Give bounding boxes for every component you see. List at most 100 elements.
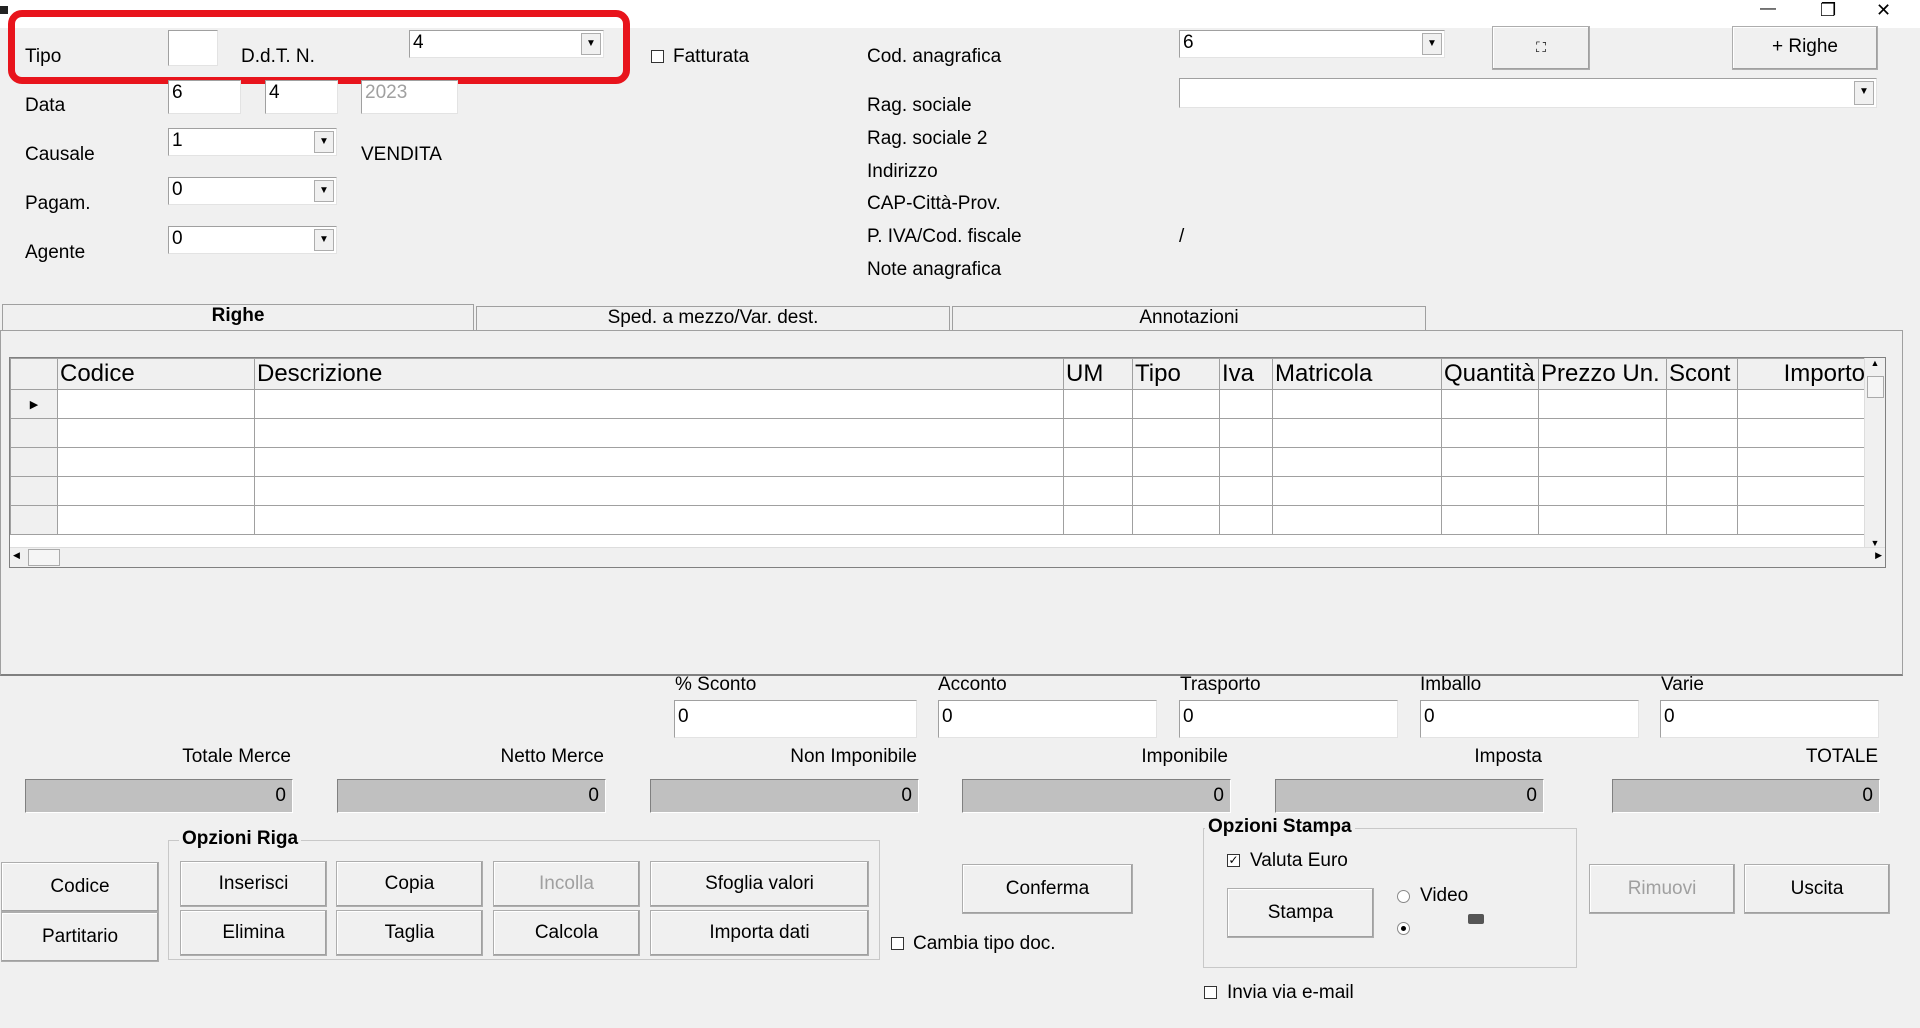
printer-icon: [1468, 914, 1484, 924]
trasporto-field[interactable]: 0: [1179, 700, 1398, 738]
chevron-down-icon[interactable]: ▼: [1422, 33, 1442, 55]
agente-combo[interactable]: 0 ▼: [168, 226, 337, 254]
cod-anag-combo[interactable]: 6 ▼: [1179, 30, 1445, 58]
varie-field[interactable]: 0: [1660, 700, 1879, 738]
cap-label: CAP-Città-Prov.: [867, 193, 1001, 214]
partitario-button[interactable]: Partitario: [1, 912, 159, 962]
conferma-button[interactable]: Conferma: [962, 864, 1133, 914]
binoculars-icon: ⛶: [1536, 39, 1546, 55]
chevron-down-icon[interactable]: ▼: [1854, 81, 1874, 105]
rag-sociale-label: Rag. sociale: [867, 95, 972, 116]
pagam-label: Pagam.: [25, 193, 91, 214]
invia-email-label: Invia via e-mail: [1227, 982, 1354, 1003]
table-row[interactable]: [10, 505, 1868, 535]
fatturata-checkbox[interactable]: [651, 50, 664, 63]
valuta-euro-checkbox[interactable]: ✓: [1227, 854, 1240, 867]
inserisci-button[interactable]: Inserisci: [180, 861, 327, 907]
grid-vscrollbar[interactable]: ▲ ▼: [1864, 358, 1885, 548]
scroll-left-icon[interactable]: ◀: [13, 550, 20, 561]
col-matricola[interactable]: Matricola: [1272, 358, 1442, 390]
codice-button[interactable]: Codice: [1, 862, 159, 912]
table-row[interactable]: [10, 418, 1868, 448]
scroll-thumb[interactable]: [1867, 376, 1884, 398]
video-label: Video: [1420, 885, 1469, 906]
imposta-value: 0: [1275, 779, 1544, 813]
restore-button[interactable]: ❐: [1820, 0, 1836, 21]
rimuovi-button[interactable]: Rimuovi: [1589, 864, 1735, 914]
imballo-field[interactable]: 0: [1420, 700, 1639, 738]
totale-merce-value: 0: [25, 779, 293, 813]
varie-label: Varie: [1661, 674, 1704, 695]
note-anag-label: Note anagrafica: [867, 259, 1002, 280]
conferma-label: Conferma: [1005, 878, 1090, 899]
data-month-field[interactable]: 4: [265, 80, 338, 114]
chevron-down-icon[interactable]: ▼: [314, 131, 334, 153]
grid-hscrollbar[interactable]: ◀ ▶: [10, 547, 1885, 567]
rag-sociale2-label: Rag. sociale 2: [867, 128, 988, 149]
app-icon: [0, 6, 8, 14]
close-button[interactable]: ✕: [1876, 0, 1891, 21]
table-row[interactable]: ▶: [10, 389, 1868, 419]
stampa-button[interactable]: Stampa: [1227, 888, 1374, 938]
piva-value: /: [1179, 226, 1185, 247]
chevron-down-icon[interactable]: ▼: [314, 180, 334, 202]
col-codice[interactable]: Codice: [57, 358, 255, 390]
imballo-label: Imballo: [1420, 674, 1482, 695]
netto-merce-label: Netto Merce: [500, 746, 604, 767]
elimina-button[interactable]: Elimina: [180, 910, 327, 956]
scroll-up-icon[interactable]: ▲: [1865, 358, 1885, 368]
imponibile-value: 0: [962, 779, 1231, 813]
sconto-field[interactable]: 0: [674, 700, 917, 738]
pagam-combo[interactable]: 0 ▼: [168, 177, 337, 205]
col-tipo[interactable]: Tipo: [1132, 358, 1220, 390]
data-day-field[interactable]: 6: [168, 80, 241, 114]
col-quantita[interactable]: Quantità: [1441, 358, 1539, 390]
table-row[interactable]: [10, 447, 1868, 477]
minimize-button[interactable]: —: [1760, 0, 1776, 18]
righe-grid[interactable]: Codice Descrizione UM Tipo Iva Matricola…: [9, 357, 1886, 568]
chevron-down-icon[interactable]: ▼: [314, 229, 334, 251]
tab-annotazioni[interactable]: Annotazioni: [952, 306, 1426, 330]
tab-righe[interactable]: Righe: [2, 304, 474, 332]
taglia-button[interactable]: Taglia: [336, 910, 483, 956]
sfoglia-valori-button[interactable]: Sfoglia valori: [650, 861, 869, 907]
col-prezzo[interactable]: Prezzo Un.: [1538, 358, 1667, 390]
pagam-value: 0: [172, 179, 183, 200]
highlight-box: [8, 10, 630, 84]
acconto-label: Acconto: [938, 674, 1007, 695]
acconto-field[interactable]: 0: [938, 700, 1157, 738]
invia-email-checkbox[interactable]: [1204, 986, 1217, 999]
grid-header-row: Codice Descrizione UM Tipo Iva Matricola…: [10, 358, 1868, 390]
col-um[interactable]: UM: [1063, 358, 1133, 390]
taglia-label: Taglia: [384, 922, 435, 943]
tab-sped[interactable]: Sped. a mezzo/Var. dest.: [476, 306, 950, 330]
table-row[interactable]: [10, 476, 1868, 506]
causale-value: 1: [172, 130, 183, 151]
hscroll-thumb[interactable]: [28, 549, 60, 566]
causale-combo[interactable]: 1 ▼: [168, 128, 337, 156]
copia-button[interactable]: Copia: [336, 861, 483, 907]
opzioni-riga-title: Opzioni Riga: [179, 828, 302, 850]
col-descrizione[interactable]: Descrizione: [254, 358, 1064, 390]
col-iva[interactable]: Iva: [1219, 358, 1273, 390]
incolla-button[interactable]: Incolla: [493, 861, 640, 907]
scroll-right-icon[interactable]: ▶: [1875, 550, 1882, 561]
trasporto-label: Trasporto: [1180, 674, 1261, 695]
cambia-tipo-checkbox[interactable]: [891, 937, 904, 950]
calcola-label: Calcola: [534, 922, 599, 943]
col-importo[interactable]: Importo: [1737, 358, 1868, 390]
piva-label: P. IVA/Cod. fiscale: [867, 226, 1022, 247]
add-righe-button[interactable]: + Righe: [1732, 26, 1878, 70]
printer-radio[interactable]: [1397, 922, 1410, 935]
video-radio[interactable]: [1397, 890, 1410, 903]
col-sconto[interactable]: Scont: [1666, 358, 1738, 390]
search-binoculars-button[interactable]: ⛶: [1492, 26, 1590, 70]
importa-dati-button[interactable]: Importa dati: [650, 910, 869, 956]
importa-label: Importa dati: [709, 922, 810, 943]
non-imponibile-value: 0: [650, 779, 919, 813]
non-imponibile-label: Non Imponibile: [790, 746, 917, 767]
uscita-button[interactable]: Uscita: [1744, 864, 1890, 914]
cambia-tipo-label: Cambia tipo doc.: [913, 933, 1056, 954]
rag-sociale-combo[interactable]: ▼: [1179, 78, 1877, 108]
calcola-button[interactable]: Calcola: [493, 910, 640, 956]
